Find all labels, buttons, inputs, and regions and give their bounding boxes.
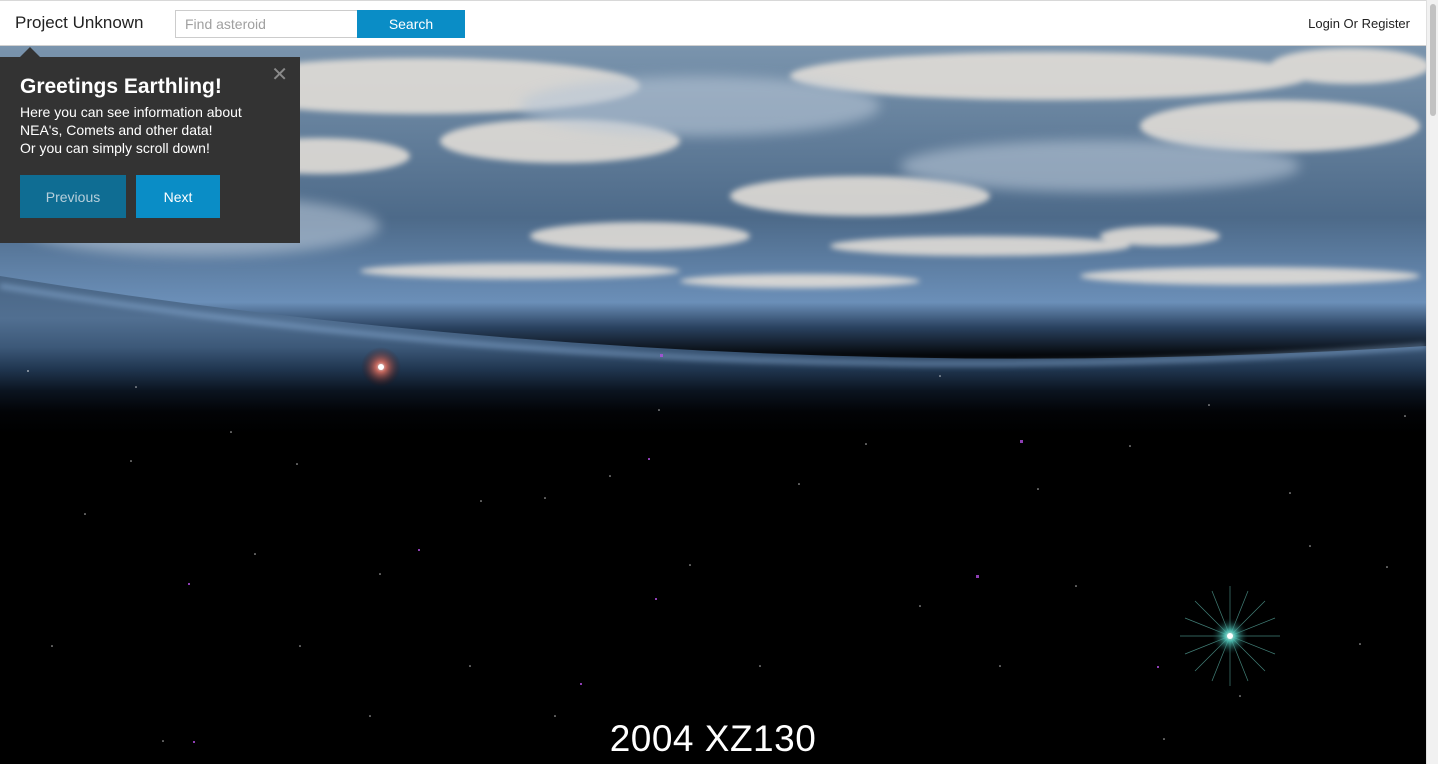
popover-body-line: NEA's, Comets and other data! <box>20 122 213 138</box>
popover-body: Here you can see information about NEA's… <box>20 103 290 157</box>
login-register-link[interactable]: Login Or Register <box>1308 16 1410 31</box>
page-scrollbar[interactable] <box>1426 0 1438 764</box>
welcome-tour-popover: ✕ Greetings Earthling! Here you can see … <box>0 47 300 243</box>
popover-body-line: Here you can see information about <box>20 104 242 120</box>
asteroid-name-heading: 2004 XZ130 <box>609 718 817 759</box>
previous-button[interactable]: Previous <box>20 175 126 218</box>
popover-title: Greetings Earthling! <box>20 75 222 98</box>
search-button[interactable]: Search <box>357 10 465 38</box>
popover-body-line: Or you can simply scroll down! <box>20 140 210 156</box>
popover-arrow <box>20 47 40 57</box>
close-icon[interactable]: ✕ <box>271 65 288 85</box>
brand-link[interactable]: Project Unknown <box>15 13 144 33</box>
next-button[interactable]: Next <box>136 175 220 218</box>
top-navbar: Project Unknown Search Login Or Register <box>0 0 1426 46</box>
asteroid-search-input[interactable] <box>175 10 357 38</box>
scrollbar-thumb[interactable] <box>1430 4 1436 116</box>
